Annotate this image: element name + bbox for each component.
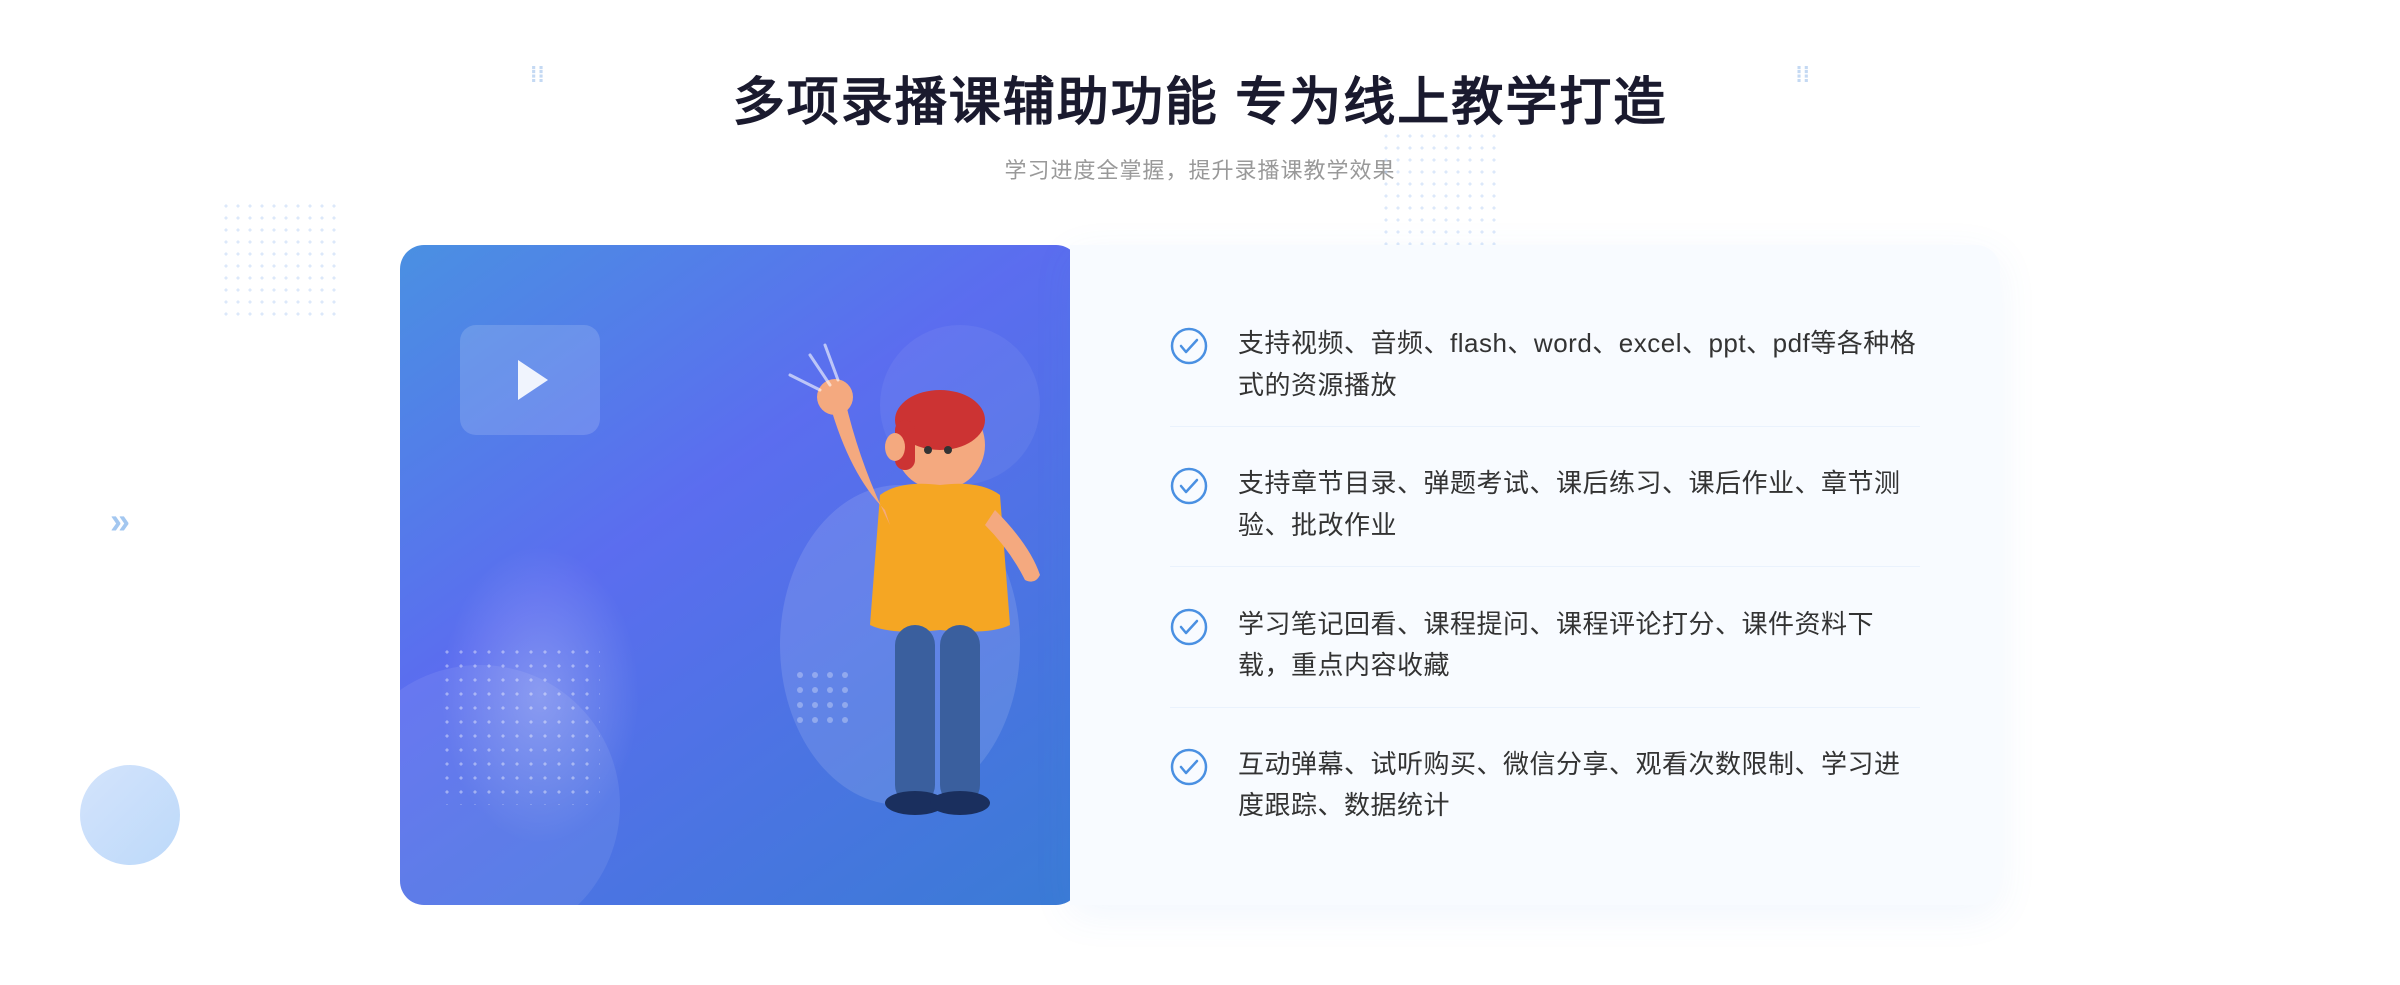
check-icon-1 (1170, 327, 1208, 365)
feature-text-2: 支持章节目录、弹题考试、课后练习、课后作业、章节测验、批改作业 (1238, 463, 1920, 546)
check-icon-2 (1170, 467, 1208, 505)
image-card (400, 245, 1080, 905)
feature-item-3: 学习笔记回看、课程提问、课程评论打分、课件资料下载，重点内容收藏 (1170, 584, 1920, 708)
deco-circle-bottom (80, 765, 180, 865)
decor-chevron-left: ⁞⁞ (530, 62, 545, 88)
content-area: 支持视频、音频、flash、word、excel、ppt、pdf等各种格式的资源… (400, 245, 2000, 905)
decor-chevron-right: ⁞⁞ (1795, 62, 1810, 88)
check-icon-3 (1170, 608, 1208, 646)
header-section: 多项录播课辅助功能 专为线上教学打造 学习进度全掌握，提升录播课教学效果 (733, 60, 1667, 185)
sub-title: 学习进度全掌握，提升录播课教学效果 (733, 153, 1667, 185)
dot-pattern-left (220, 200, 340, 320)
feature-text-4: 互动弹幕、试听购买、微信分享、观看次数限制、学习进度跟踪、数据统计 (1238, 744, 1920, 827)
feature-item-1: 支持视频、音频、flash、word、excel、ppt、pdf等各种格式的资源… (1170, 303, 1920, 427)
check-icon-4 (1170, 748, 1208, 786)
feature-text-3: 学习笔记回看、课程提问、课程评论打分、课件资料下载，重点内容收藏 (1238, 604, 1920, 687)
play-triangle-icon (518, 360, 548, 400)
chevron-left-decor: » (110, 500, 130, 542)
dot-pattern-right (1380, 130, 1500, 250)
feature-item-4: 互动弹幕、试听购买、微信分享、观看次数限制、学习进度跟踪、数据统计 (1170, 724, 1920, 847)
page-container: ⁞⁞ ⁞⁞ 多项录播课辅助功能 专为线上教学打造 学习进度全掌握，提升录播课教学… (0, 0, 2400, 985)
feature-item-2: 支持章节目录、弹题考试、课后练习、课后作业、章节测验、批改作业 (1170, 443, 1920, 567)
main-title: 多项录播课辅助功能 专为线上教学打造 (733, 60, 1667, 135)
features-panel: 支持视频、音频、flash、word、excel、ppt、pdf等各种格式的资源… (1070, 245, 2000, 905)
play-bubble (460, 325, 600, 435)
person-svg (720, 325, 1100, 905)
light-beam (440, 545, 640, 845)
feature-text-1: 支持视频、音频、flash、word、excel、ppt、pdf等各种格式的资源… (1238, 323, 1920, 406)
illustration (720, 325, 1100, 905)
